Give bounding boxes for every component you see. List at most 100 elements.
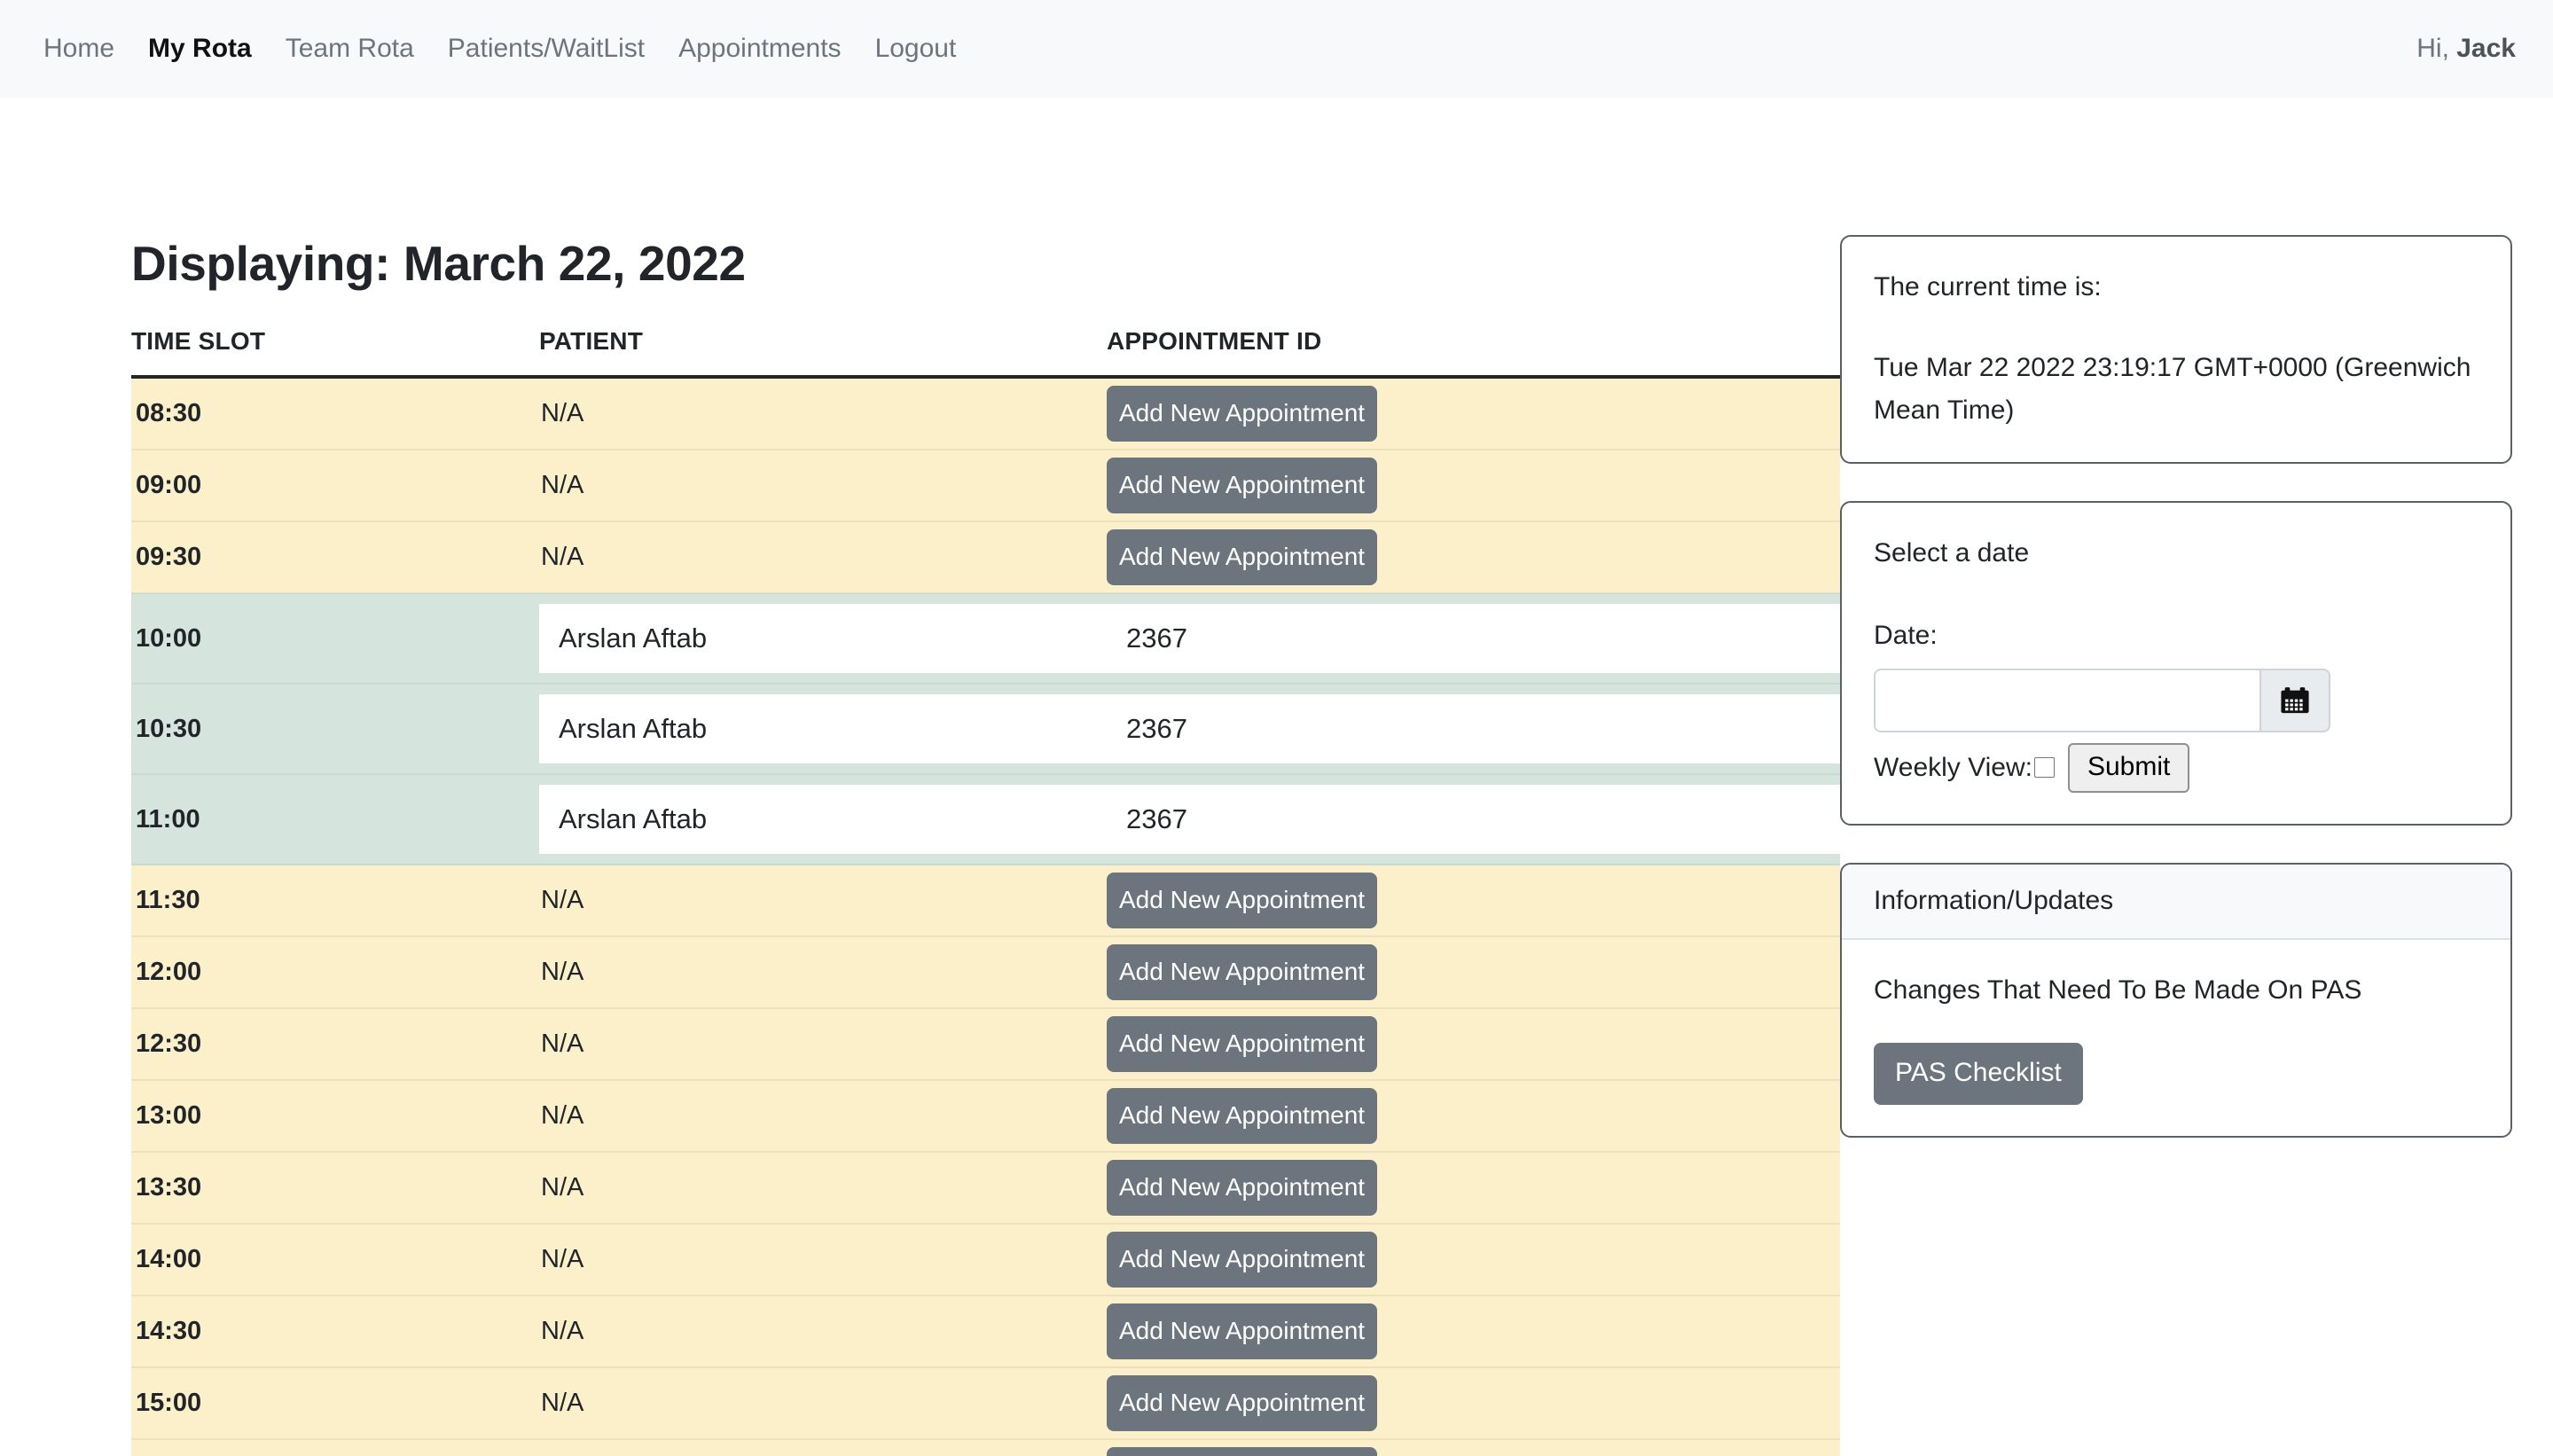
cell-appointment-id: Add New Appointment [1107, 1224, 1840, 1296]
sidebar: The current time is: Tue Mar 22 2022 23:… [1840, 98, 2553, 1139]
add-new-appointment-button[interactable]: Add New Appointment [1107, 873, 1378, 928]
patient-name-input[interactable] [539, 694, 1107, 763]
cell-appointment-id: Add New Appointment [1107, 1367, 1840, 1440]
weekly-view-row: Weekly View: Submit [1874, 742, 2479, 793]
date-input-group [1874, 668, 2330, 732]
column-header-appointment-id: APPOINTMENT ID [1107, 327, 1840, 379]
column-header-patient: PATIENT [539, 327, 1107, 379]
information-updates-body: Changes That Need To Be Made On PAS PAS … [1842, 940, 2510, 1136]
table-row: 10:30 [131, 684, 1840, 775]
add-new-appointment-button[interactable]: Add New Appointment [1107, 1232, 1378, 1288]
nav-link-logout[interactable]: Logout [858, 35, 974, 62]
pas-checklist-button[interactable]: PAS Checklist [1874, 1043, 2083, 1106]
table-header-row: TIME SLOT PATIENT APPOINTMENT ID [131, 327, 1840, 379]
cell-appointment-id [1107, 774, 1840, 865]
nav-links: Home My Rota Team Rota Patients/WaitList App… [27, 35, 973, 62]
table-head: TIME SLOT PATIENT APPOINTMENT ID [131, 327, 1840, 379]
nav-link-my-rota[interactable]: My Rota [131, 35, 269, 62]
patient-name-input[interactable] [539, 604, 1107, 673]
select-date-card-body: Select a date Date: Weekly View: Submit [1842, 503, 2510, 824]
table-row: 13:30 N/A Add New Appointment [131, 1152, 1840, 1225]
cell-time-slot: 11:30 [131, 865, 539, 937]
current-time-card: The current time is: Tue Mar 22 2022 23:… [1840, 235, 2512, 465]
nav-link-appointments[interactable]: Appointments [662, 35, 858, 62]
add-new-appointment-button[interactable]: Add New Appointment [1107, 386, 1378, 442]
nav-link-team-rota[interactable]: Team Rota [269, 35, 431, 62]
cell-patient: N/A [539, 1439, 1107, 1456]
information-updates-header: Information/Updates [1842, 864, 2510, 940]
submit-button[interactable]: Submit [2067, 742, 2190, 793]
cell-appointment-id: Add New Appointment [1107, 450, 1840, 522]
cell-appointment-id: Add New Appointment [1107, 377, 1840, 450]
cell-appointment-id: Add New Appointment [1107, 865, 1840, 937]
cell-time-slot: 12:30 [131, 1008, 539, 1081]
appointment-id-input[interactable] [1107, 694, 1840, 763]
top-navigation-bar: Home My Rota Team Rota Patients/WaitList App… [0, 0, 2553, 98]
appointment-id-input[interactable] [1107, 785, 1840, 854]
cell-time-slot: 09:00 [131, 450, 539, 522]
cell-appointment-id: Add New Appointment [1107, 1152, 1840, 1225]
table-row: 12:00 N/A Add New Appointment [131, 936, 1840, 1009]
greeting-username: Jack [2456, 34, 2516, 63]
cell-time-slot: 15:00 [131, 1367, 539, 1440]
add-new-appointment-button[interactable]: Add New Appointment [1107, 1016, 1378, 1072]
table-body: 08:30 N/A Add New Appointment 09:00 N/A Add N… [131, 377, 1840, 1456]
date-field-label: Date: [1874, 620, 1938, 650]
cell-patient: N/A [539, 936, 1107, 1009]
cell-time-slot: 13:00 [131, 1080, 539, 1153]
cell-appointment-id [1107, 593, 1840, 685]
weekly-view-label: Weekly View: [1874, 753, 2032, 783]
cell-patient: N/A [539, 1008, 1107, 1081]
cell-time-slot: 13:30 [131, 1152, 539, 1225]
add-new-appointment-button[interactable]: Add New Appointment [1107, 1447, 1378, 1456]
table-row: 12:30 N/A Add New Appointment [131, 1008, 1840, 1081]
cell-patient: N/A [539, 865, 1107, 937]
calendar-icon [2281, 687, 2309, 714]
weekly-view-checkbox[interactable] [2033, 757, 2055, 779]
cell-time-slot: 10:00 [131, 593, 539, 685]
cell-appointment-id: Add New Appointment [1107, 1439, 1840, 1456]
calendar-picker-button[interactable] [2259, 668, 2330, 732]
table-row: 09:00 N/A Add New Appointment [131, 450, 1840, 522]
cell-appointment-id: Add New Appointment [1107, 521, 1840, 594]
patient-name-input[interactable] [539, 785, 1107, 854]
add-new-appointment-button[interactable]: Add New Appointment [1107, 944, 1378, 1000]
select-date-title: Select a date [1874, 538, 2030, 568]
cell-appointment-id: Add New Appointment [1107, 1296, 1840, 1368]
date-input[interactable] [1874, 668, 2259, 732]
cell-time-slot: 11:00 [131, 774, 539, 865]
add-new-appointment-button[interactable]: Add New Appointment [1107, 458, 1378, 513]
cell-time-slot: 14:00 [131, 1224, 539, 1296]
cell-time-slot: 10:30 [131, 684, 539, 775]
table-row: 09:30 N/A Add New Appointment [131, 521, 1840, 594]
cell-appointment-id [1107, 684, 1840, 775]
nav-link-patients-waitlist[interactable]: Patients/WaitList [431, 35, 662, 62]
table-row: 08:30 N/A Add New Appointment [131, 377, 1840, 450]
cell-patient: N/A [539, 1296, 1107, 1368]
appointment-id-input[interactable] [1107, 604, 1840, 673]
nav-link-home[interactable]: Home [27, 35, 131, 62]
cell-patient: N/A [539, 450, 1107, 522]
cell-patient: N/A [539, 1152, 1107, 1225]
cell-time-slot: 12:00 [131, 936, 539, 1009]
cell-patient [539, 593, 1107, 685]
table-row: 13:00 N/A Add New Appointment [131, 1080, 1840, 1153]
add-new-appointment-button[interactable]: Add New Appointment [1107, 1303, 1378, 1359]
page-title: Displaying: March 22, 2022 [131, 236, 746, 291]
cell-time-slot: 15:30 [131, 1439, 539, 1456]
current-time-value: Tue Mar 22 2022 23:19:17 GMT+0000 (Green… [1874, 353, 2471, 425]
table-row: 11:30 N/A Add New Appointment [131, 865, 1840, 937]
information-updates-text: Changes That Need To Be Made On PAS [1874, 975, 2362, 1005]
select-date-card: Select a date Date: Weekly View: Submit [1840, 501, 2512, 826]
cell-patient: N/A [539, 377, 1107, 450]
add-new-appointment-button[interactable]: Add New Appointment [1107, 1160, 1378, 1216]
cell-patient: N/A [539, 1224, 1107, 1296]
table-row: 14:00 N/A Add New Appointment [131, 1224, 1840, 1296]
cell-patient: N/A [539, 521, 1107, 594]
add-new-appointment-button[interactable]: Add New Appointment [1107, 529, 1378, 585]
current-time-card-body: The current time is: Tue Mar 22 2022 23:… [1842, 237, 2510, 462]
add-new-appointment-button[interactable]: Add New Appointment [1107, 1088, 1378, 1144]
add-new-appointment-button[interactable]: Add New Appointment [1107, 1375, 1378, 1431]
table-row: 10:00 [131, 593, 1840, 685]
cell-time-slot: 14:30 [131, 1296, 539, 1368]
